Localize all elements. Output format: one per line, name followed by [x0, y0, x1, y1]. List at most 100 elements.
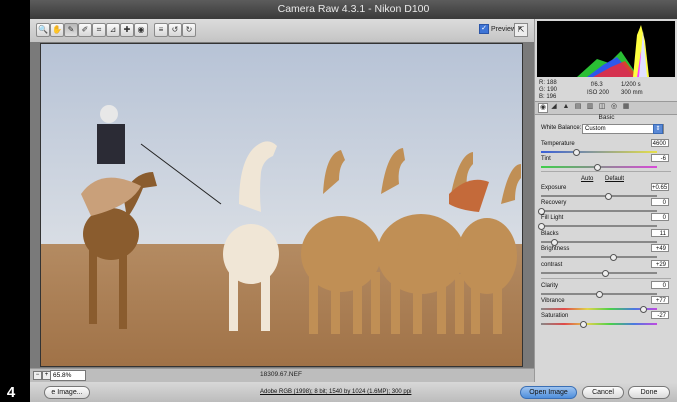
white-balance-select[interactable]: Custom — [582, 124, 664, 134]
zoom-level-select[interactable]: 65.8% — [50, 370, 86, 381]
aperture: f/6.3 — [591, 82, 603, 88]
rotate-left-icon[interactable]: ↺ — [168, 23, 182, 37]
file-name: 18309.67.NEF — [260, 371, 302, 378]
preview-checkbox[interactable]: ✓ Preview — [479, 24, 516, 34]
brightness-slider-handle[interactable] — [609, 254, 617, 261]
hand-icon[interactable]: ✋ — [50, 23, 64, 37]
open-image-button[interactable]: Open Image — [520, 386, 577, 399]
saturation-track[interactable] — [541, 323, 657, 325]
tint-slider-handle[interactable] — [593, 164, 601, 171]
brightness-slider[interactable]: Brightness +49 — [541, 244, 671, 261]
blacks-value-field[interactable]: 11 — [651, 229, 669, 237]
preferences-icon[interactable]: ≡ — [154, 23, 168, 37]
tab-basic-icon[interactable]: ◉ — [538, 103, 548, 113]
exposure-track[interactable] — [541, 195, 657, 197]
recovery-slider-handle[interactable] — [538, 208, 545, 215]
zoom-out-button[interactable]: − — [33, 371, 42, 380]
clarity-label: Clarity — [541, 283, 559, 289]
contrast-slider-handle[interactable] — [601, 270, 609, 277]
rgb-b: B: 196 — [539, 94, 557, 100]
temperature-label: Temperature — [541, 141, 575, 147]
shutter: 1/200 s — [621, 82, 641, 88]
workflow-options-link[interactable]: Adobe RGB (1998); 8 bit; 1540 by 1024 (1… — [260, 389, 411, 395]
blacks-slider-handle[interactable] — [550, 239, 558, 246]
blacks-track[interactable] — [541, 241, 657, 243]
color-sampler-icon[interactable]: ✐ — [78, 23, 92, 37]
recovery-value-field[interactable]: 0 — [651, 198, 669, 206]
tab-detail-icon[interactable]: ▲ — [562, 103, 570, 111]
auto-link[interactable]: Auto — [581, 176, 593, 182]
temperature-value-field[interactable]: 4600 — [651, 139, 669, 147]
preview-label: Preview — [491, 25, 516, 33]
vibrance-label: Vibrance — [541, 298, 565, 304]
tab-tone-curve-icon[interactable]: ◢ — [550, 103, 558, 111]
saturation-slider-handle[interactable] — [579, 321, 587, 328]
step-number-badge: 4 — [0, 383, 22, 402]
save-image-button[interactable]: e Image... — [44, 386, 90, 399]
camera-raw-window: Camera Raw 4.3.1 - Nikon D100 🔍 ✋ ✎ ✐ ⌗ ⊿ ✚ ◉ ≡ ↺… — [30, 0, 677, 402]
recovery-track[interactable] — [541, 210, 657, 212]
title-bar: Camera Raw 4.3.1 - Nikon D100 — [30, 0, 677, 19]
recovery-slider[interactable]: Recovery 0 — [538, 198, 671, 215]
fill-light-slider-handle[interactable] — [538, 223, 545, 230]
saturation-value-field[interactable]: -27 — [651, 311, 669, 319]
status-bar: − + 65.8% 18309.67.NEF — [30, 368, 534, 382]
rgb-r: R: 188 — [539, 80, 557, 86]
straighten-icon[interactable]: ⊿ — [106, 23, 120, 37]
fill-light-label: Fill Light — [541, 215, 564, 221]
cancel-button[interactable]: Cancel — [582, 386, 624, 399]
brightness-label: Brightness — [541, 246, 570, 252]
bottom-bar: e Image... Adobe RGB (1998); 8 bit; 1540… — [30, 382, 677, 402]
retouch-icon[interactable]: ✚ — [120, 23, 134, 37]
saturation-label: Saturation — [541, 313, 569, 319]
temperature-slider[interactable]: Temperature 4600 — [541, 139, 671, 156]
full-screen-button[interactable]: ⇱ — [514, 23, 528, 37]
white-balance-icon[interactable]: ✎ — [64, 23, 78, 37]
tab-camera-calibration-icon[interactable]: ◎ — [610, 103, 618, 111]
contrast-slider[interactable]: contrast +29 — [541, 260, 671, 277]
exposure-value-field[interactable]: +0.65 — [651, 183, 669, 191]
tab-hsl-icon[interactable]: ▤ — [574, 103, 582, 111]
tint-slider[interactable]: Tint -6 — [541, 154, 671, 171]
zoom-icon[interactable]: 🔍 — [36, 23, 50, 37]
focal-length: 300 mm — [621, 90, 643, 96]
saturation-slider[interactable]: Saturation -27 — [541, 311, 671, 328]
vibrance-value-field[interactable]: +77 — [651, 296, 669, 304]
window-title: Camera Raw 4.3.1 - Nikon D100 — [277, 3, 430, 15]
crop-icon[interactable]: ⌗ — [92, 23, 106, 37]
temperature-slider-handle[interactable] — [572, 149, 580, 156]
contrast-track[interactable] — [541, 272, 657, 274]
tab-presets-icon[interactable]: ▦ — [622, 103, 630, 111]
preview-image[interactable] — [40, 43, 523, 367]
exposure-slider-handle[interactable] — [605, 193, 613, 200]
tint-value-field[interactable]: -6 — [651, 154, 669, 162]
right-panel: R: 188 G: 190 B: 196 f/6.3 1/200 s ISO 2… — [534, 19, 677, 382]
vibrance-slider-handle[interactable] — [640, 306, 648, 313]
clarity-slider-handle[interactable] — [596, 291, 603, 298]
blacks-label: Blacks — [541, 231, 559, 237]
vibrance-slider[interactable]: Vibrance +77 — [541, 296, 671, 313]
tab-split-toning-icon[interactable]: ▥ — [586, 103, 594, 111]
contrast-label: contrast — [541, 262, 563, 268]
exposure-slider[interactable]: Exposure +0.65 — [541, 183, 671, 200]
tool-bar: 🔍 ✋ ✎ ✐ ⌗ ⊿ ✚ ◉ ≡ ↺ ↻ ✓ Preview ⇱ — [30, 19, 534, 43]
fill-light-track[interactable] — [541, 225, 657, 227]
fill-light-slider[interactable]: Fill Light 0 — [538, 213, 671, 230]
default-link[interactable]: Default — [605, 176, 624, 182]
temperature-track[interactable] — [541, 151, 657, 153]
panel-title: Basic — [598, 114, 615, 121]
blacks-slider[interactable]: Blacks 11 — [541, 229, 671, 246]
clarity-slider[interactable]: Clarity 0 — [541, 281, 671, 298]
brightness-value-field[interactable]: +49 — [651, 244, 669, 252]
fill-light-value-field[interactable]: 0 — [651, 213, 669, 221]
clarity-value-field[interactable]: 0 — [651, 281, 669, 289]
contrast-value-field[interactable]: +29 — [651, 260, 669, 268]
chevron-updown-icon: ⇕ — [653, 124, 663, 134]
brightness-track[interactable] — [541, 256, 657, 258]
rotate-right-icon[interactable]: ↻ — [182, 23, 196, 37]
done-button[interactable]: Done — [628, 386, 670, 399]
preview-check-icon: ✓ — [479, 24, 489, 34]
tab-lens-icon[interactable]: ◫ — [598, 103, 606, 111]
divider — [541, 278, 671, 279]
red-eye-icon[interactable]: ◉ — [134, 23, 148, 37]
